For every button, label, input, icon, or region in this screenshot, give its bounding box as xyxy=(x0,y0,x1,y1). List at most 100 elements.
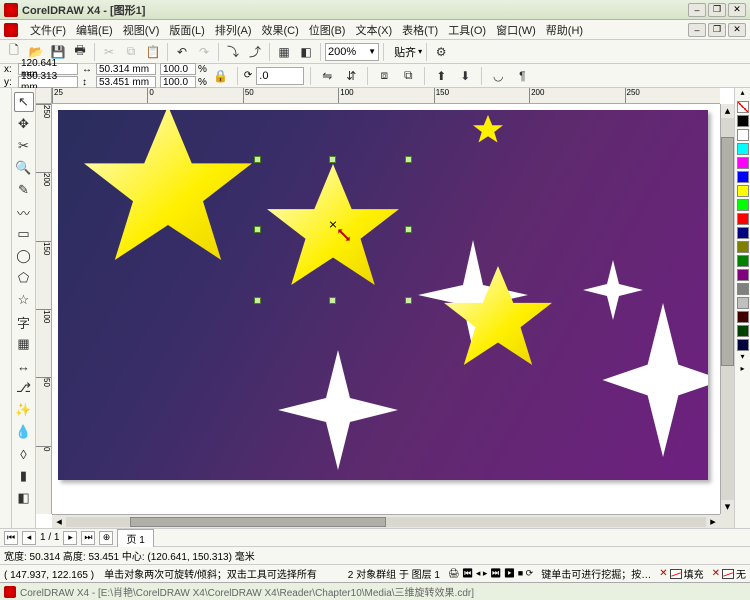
tool-polygon[interactable]: ⬠ xyxy=(14,268,34,288)
outline-swatch[interactable] xyxy=(722,569,734,579)
swatch[interactable] xyxy=(737,283,749,295)
menu-file[interactable]: 文件(F) xyxy=(26,20,70,40)
tool-outline[interactable]: ◊ xyxy=(14,444,34,464)
swatch[interactable] xyxy=(737,115,749,127)
last-page-button[interactable]: ⏭ xyxy=(81,531,95,545)
scrollbar-vertical[interactable]: ▴ ▾ xyxy=(720,104,734,514)
tool-effects[interactable]: ✨ xyxy=(14,400,34,420)
mirror-h-button[interactable]: ⇋ xyxy=(317,66,337,86)
menu-window[interactable]: 窗口(W) xyxy=(492,20,540,40)
tool-zoom[interactable]: 🔍 xyxy=(14,158,34,178)
ruler-vertical[interactable]: 250200150100500 xyxy=(36,104,52,514)
swatch[interactable] xyxy=(737,339,749,351)
ungroup-all-button[interactable]: ⧉ xyxy=(398,66,418,86)
minimize-button[interactable]: – xyxy=(688,3,706,17)
tool-fill[interactable]: ▮ xyxy=(14,466,34,486)
add-page-button[interactable]: ⊕ xyxy=(99,531,113,545)
to-front-button[interactable]: ⬆ xyxy=(431,66,451,86)
app-launcher-button[interactable]: ▦ xyxy=(274,42,294,62)
doc-minimize-button[interactable]: – xyxy=(688,23,706,37)
menu-bitmap[interactable]: 位图(B) xyxy=(305,20,350,40)
selection-handles[interactable] xyxy=(258,160,408,300)
lock-ratio-button[interactable]: 🔒 xyxy=(211,66,231,86)
import-button[interactable]: ⤵ xyxy=(223,42,243,62)
zoom-combo[interactable]: 200%▼ xyxy=(325,43,379,61)
mirror-v-button[interactable]: ⇵ xyxy=(341,66,361,86)
swatch[interactable] xyxy=(737,241,749,253)
tool-smart[interactable]: 〰 xyxy=(14,202,34,222)
tool-freehand[interactable]: ✎ xyxy=(14,180,34,200)
height-input[interactable]: 53.451 mm xyxy=(96,76,156,88)
page-background[interactable] xyxy=(58,110,708,480)
tool-rect[interactable]: ▭ xyxy=(14,224,34,244)
swatch[interactable] xyxy=(737,185,749,197)
doc-close-button[interactable]: ✕ xyxy=(728,23,746,37)
swatch[interactable] xyxy=(737,171,749,183)
menu-tools[interactable]: 工具(O) xyxy=(444,20,490,40)
viewport[interactable] xyxy=(52,104,720,514)
snap-dropdown[interactable]: 贴齐 ▾ xyxy=(394,44,422,60)
swatch[interactable] xyxy=(737,255,749,267)
swatch[interactable] xyxy=(737,129,749,141)
prev-page-button[interactable]: ◂ xyxy=(22,531,36,545)
scrollbar-horizontal[interactable]: ◂ ▸ xyxy=(52,514,720,528)
swatch[interactable] xyxy=(737,325,749,337)
scalex-input[interactable]: 100.0 xyxy=(160,63,196,75)
menu-effects[interactable]: 效果(C) xyxy=(258,20,303,40)
tool-pick[interactable]: ↖ xyxy=(14,92,34,112)
redo-button[interactable]: ↷ xyxy=(194,42,214,62)
paste-button[interactable]: 📋 xyxy=(143,42,163,62)
tool-eyedrop[interactable]: 💧 xyxy=(14,422,34,442)
menu-edit[interactable]: 编辑(E) xyxy=(72,20,117,40)
swatch[interactable] xyxy=(737,227,749,239)
menu-arrange[interactable]: 排列(A) xyxy=(211,20,256,40)
options-button[interactable]: ⚙ xyxy=(431,42,451,62)
to-back-button[interactable]: ⬇ xyxy=(455,66,475,86)
page-tab[interactable]: 页 1 xyxy=(117,529,153,547)
ungroup-button[interactable]: ⧈ xyxy=(374,66,394,86)
tool-ellipse[interactable]: ◯ xyxy=(14,246,34,266)
welcome-button[interactable]: ◧ xyxy=(296,42,316,62)
first-page-button[interactable]: ⏮ xyxy=(4,531,18,545)
swatch[interactable] xyxy=(737,269,749,281)
tool-ifill[interactable]: ◧ xyxy=(14,488,34,508)
convert-curves-button[interactable]: ◡ xyxy=(488,66,508,86)
swatch[interactable] xyxy=(737,213,749,225)
close-button[interactable]: ✕ xyxy=(728,3,746,17)
tool-shape[interactable]: ✥ xyxy=(14,114,34,134)
palette-expand-button[interactable]: ▸ xyxy=(735,364,750,376)
cut-button[interactable]: ✂ xyxy=(99,42,119,62)
tool-shapes[interactable]: ☆ xyxy=(14,290,34,310)
y-input[interactable]: 150.313 mm xyxy=(18,76,78,88)
swatch[interactable] xyxy=(737,199,749,211)
doc-maximize-button[interactable]: ❐ xyxy=(708,23,726,37)
tool-text[interactable]: 字 xyxy=(14,312,34,332)
wrap-text-button[interactable]: ¶ xyxy=(512,66,532,86)
palette-down-button[interactable]: ▾ xyxy=(735,352,750,364)
taskbar-title[interactable]: CorelDRAW X4 - [E:\肖艳\CorelDRAW X4\Corel… xyxy=(20,584,474,599)
next-page-button[interactable]: ▸ xyxy=(63,531,77,545)
ruler-horizontal[interactable]: 25050100150200250 xyxy=(52,88,720,104)
tool-table[interactable]: ▦ xyxy=(14,334,34,354)
tool-dimension[interactable]: ↔ xyxy=(14,356,34,376)
swatch[interactable] xyxy=(737,311,749,323)
copy-button[interactable]: ⧉ xyxy=(121,42,141,62)
swatch[interactable] xyxy=(737,143,749,155)
swatch[interactable] xyxy=(737,157,749,169)
menu-layout[interactable]: 版面(L) xyxy=(165,20,208,40)
maximize-button[interactable]: ❐ xyxy=(708,3,726,17)
ruler-origin[interactable] xyxy=(36,88,52,104)
scaley-input[interactable]: 100.0 xyxy=(160,76,196,88)
undo-button[interactable]: ↶ xyxy=(172,42,192,62)
tool-crop[interactable]: ✂ xyxy=(14,136,34,156)
width-input[interactable]: 50.314 mm xyxy=(96,63,156,75)
palette-up-button[interactable]: ▴ xyxy=(735,88,750,100)
rotation-input[interactable]: .0 xyxy=(256,67,304,85)
export-button[interactable]: ⤴ xyxy=(245,42,265,62)
swatch-none[interactable] xyxy=(737,101,749,113)
swatch[interactable] xyxy=(737,297,749,309)
fill-swatch[interactable] xyxy=(670,569,682,579)
menu-table[interactable]: 表格(T) xyxy=(398,20,442,40)
menu-help[interactable]: 帮助(H) xyxy=(542,20,587,40)
menu-view[interactable]: 视图(V) xyxy=(119,20,164,40)
